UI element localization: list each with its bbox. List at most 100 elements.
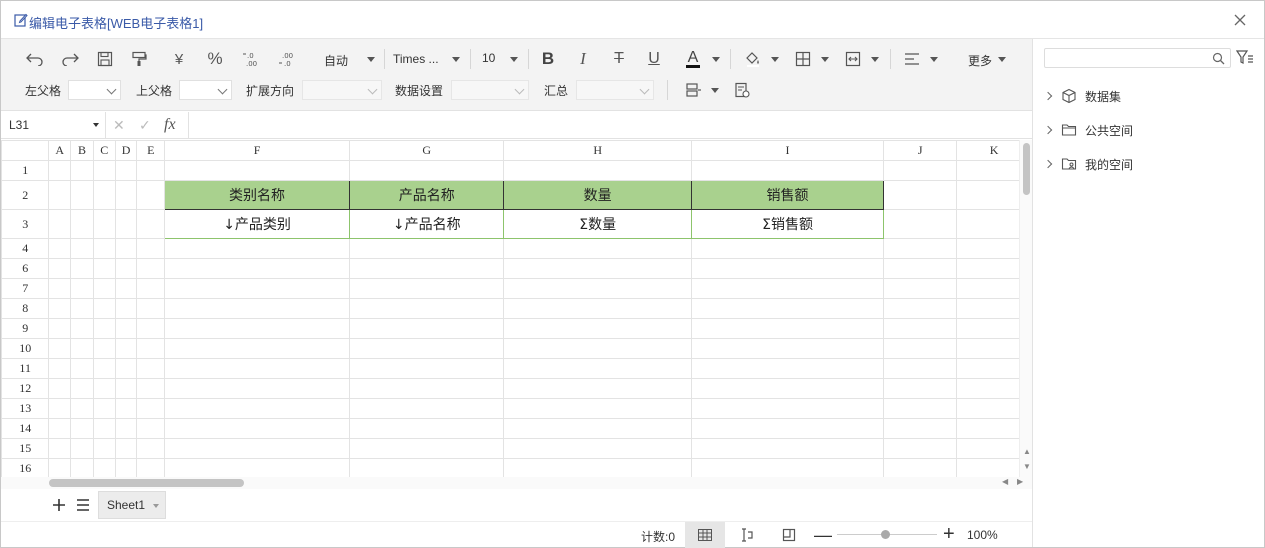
cell[interactable] [70, 338, 94, 359]
cell[interactable] [70, 298, 94, 319]
cell[interactable] [164, 438, 351, 459]
strikethrough-button[interactable]: T [609, 48, 629, 70]
cell[interactable] [92, 458, 116, 479]
cell[interactable] [503, 438, 692, 459]
cell[interactable] [48, 180, 72, 210]
template-cell-quantity[interactable]: Σ数量 [503, 209, 692, 239]
cell[interactable] [883, 318, 958, 339]
cell[interactable] [164, 418, 351, 439]
cell[interactable] [349, 238, 505, 259]
cell[interactable] [70, 438, 94, 459]
cell[interactable] [164, 358, 351, 379]
cell[interactable] [92, 318, 116, 339]
cell[interactable] [48, 438, 72, 459]
cell[interactable] [503, 318, 692, 339]
summary-select[interactable] [576, 80, 654, 100]
cell[interactable] [114, 160, 138, 181]
cell[interactable] [349, 418, 505, 439]
cell[interactable] [883, 338, 958, 359]
select-all-corner[interactable] [1, 140, 50, 161]
cell[interactable] [92, 398, 116, 419]
cell[interactable] [136, 418, 166, 439]
cell[interactable] [164, 318, 351, 339]
cell[interactable] [92, 238, 116, 259]
tree-item-public-space[interactable]: 公共空间 [1043, 120, 1133, 140]
cell[interactable] [114, 418, 138, 439]
cell[interactable] [503, 238, 692, 259]
row-header[interactable]: 3 [1, 209, 50, 239]
scrollbar-thumb[interactable] [49, 479, 244, 487]
chevron-right-icon[interactable] [1043, 159, 1053, 169]
cell[interactable] [48, 298, 72, 319]
cell[interactable] [70, 209, 94, 239]
cell[interactable] [92, 358, 116, 379]
cell[interactable] [349, 438, 505, 459]
normal-view-button[interactable] [685, 522, 725, 548]
cancel-icon[interactable]: ✕ [113, 117, 125, 134]
cell[interactable] [70, 318, 94, 339]
cell[interactable] [114, 209, 138, 239]
cell[interactable] [164, 278, 351, 299]
cell[interactable] [883, 238, 958, 259]
cell[interactable] [690, 378, 885, 399]
cell[interactable] [503, 458, 692, 479]
cell[interactable] [883, 358, 958, 379]
cell[interactable] [48, 418, 72, 439]
border-button[interactable] [793, 49, 813, 69]
redo-button[interactable] [60, 49, 80, 69]
insert-button[interactable] [683, 80, 703, 100]
cell[interactable] [136, 338, 166, 359]
cell[interactable] [136, 238, 166, 259]
chevron-down-icon[interactable] [153, 504, 159, 508]
cell[interactable] [70, 160, 94, 181]
cell[interactable] [136, 258, 166, 279]
cell[interactable] [690, 258, 885, 279]
cell[interactable] [70, 358, 94, 379]
cell[interactable] [690, 298, 885, 319]
cell[interactable] [349, 338, 505, 359]
cell[interactable] [503, 358, 692, 379]
filter-icon[interactable] [1236, 50, 1254, 66]
cell[interactable] [114, 318, 138, 339]
top-parent-select[interactable] [179, 80, 232, 100]
cell[interactable] [48, 378, 72, 399]
confirm-icon[interactable]: ✓ [139, 117, 151, 134]
cell[interactable] [349, 298, 505, 319]
row-header[interactable]: 1 [1, 160, 50, 181]
cell[interactable] [164, 238, 351, 259]
cell[interactable] [503, 160, 692, 181]
function-icon[interactable]: fx [164, 116, 176, 134]
search-icon[interactable] [1212, 52, 1225, 65]
cell[interactable] [48, 160, 72, 181]
cell[interactable] [503, 378, 692, 399]
cell[interactable] [92, 418, 116, 439]
cell[interactable] [70, 238, 94, 259]
zoom-in-icon[interactable]: + [943, 523, 955, 546]
cell[interactable] [883, 278, 958, 299]
cell[interactable] [70, 378, 94, 399]
cell[interactable] [92, 209, 116, 239]
page-break-view-button[interactable] [727, 522, 767, 548]
cell[interactable] [503, 418, 692, 439]
cell[interactable] [503, 338, 692, 359]
cell[interactable] [136, 438, 166, 459]
cell[interactable] [690, 438, 885, 459]
cell[interactable] [883, 378, 958, 399]
header-cell-sales[interactable]: 销售额 [690, 180, 885, 210]
number-format-select[interactable]: 自动 [324, 52, 348, 69]
template-cell-sales[interactable]: Σ销售额 [690, 209, 885, 239]
cell[interactable] [164, 338, 351, 359]
cell[interactable] [114, 438, 138, 459]
template-cell-product[interactable]: ↓产品名称 [349, 209, 505, 239]
cell[interactable] [690, 278, 885, 299]
column-header[interactable]: D [114, 140, 138, 161]
template-cell-category[interactable]: ↓产品类别 [164, 209, 351, 239]
row-header[interactable]: 2 [1, 180, 50, 210]
header-cell-product-name[interactable]: 产品名称 [349, 180, 505, 210]
cell[interactable] [114, 238, 138, 259]
cell[interactable] [690, 160, 885, 181]
cell[interactable] [690, 418, 885, 439]
column-header[interactable]: I [690, 140, 885, 161]
formula-input[interactable] [196, 118, 1016, 134]
cell[interactable] [70, 398, 94, 419]
